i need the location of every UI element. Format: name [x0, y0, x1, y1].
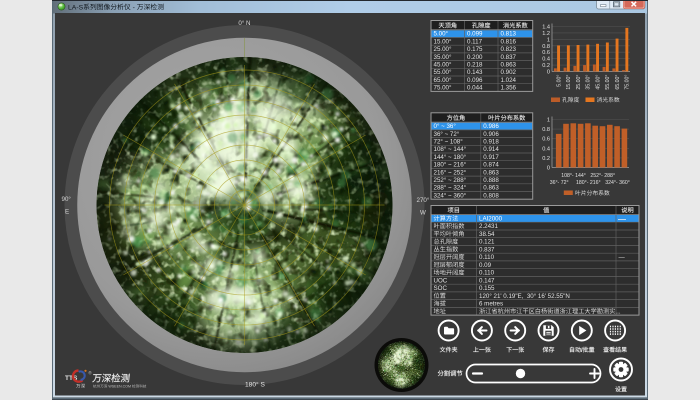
svg-text:0.4: 0.4 [542, 57, 550, 63]
svg-text:-: - [131, 4, 137, 11]
svg-text:LAI2000: LAI2000 [479, 215, 503, 222]
svg-text:0.823: 0.823 [501, 46, 517, 53]
svg-text:0.117: 0.117 [467, 38, 483, 45]
svg-text:0.155: 0.155 [479, 285, 495, 292]
svg-text:65.00°: 65.00° [434, 77, 452, 84]
svg-text:UOC: UOC [434, 277, 448, 284]
svg-text:0.813: 0.813 [501, 31, 517, 38]
svg-text:75.00°: 75.00° [625, 75, 631, 90]
svg-text:W: W [420, 210, 426, 217]
svg-text:252°- 288°: 252°- 288° [590, 173, 615, 179]
svg-text:55.00°: 55.00° [605, 75, 611, 90]
svg-text:LA-S: LA-S [68, 4, 84, 11]
svg-text:1.356: 1.356 [501, 85, 517, 92]
svg-text:6 metres: 6 metres [479, 301, 503, 308]
svg-text:0.143: 0.143 [467, 69, 483, 76]
svg-text:...: ... [615, 308, 620, 315]
svg-text:0.917: 0.917 [483, 154, 499, 161]
svg-text:0.8: 0.8 [542, 127, 550, 133]
svg-text:36° ~ 72°: 36° ~ 72° [434, 131, 460, 138]
svg-text:0.906: 0.906 [483, 131, 499, 138]
svg-text:0.863: 0.863 [483, 185, 499, 192]
svg-text:SOC: SOC [434, 285, 448, 292]
svg-text:324° ~ 360°: 324° ~ 360° [434, 192, 467, 199]
svg-text:324°- 360°: 324°- 360° [605, 180, 630, 186]
svg-text:0.147: 0.147 [479, 277, 495, 284]
svg-text:0.200: 0.200 [467, 54, 483, 61]
svg-text:1: 1 [547, 118, 550, 124]
svg-text:0.096: 0.096 [467, 77, 483, 84]
svg-text:0.121: 0.121 [479, 239, 495, 246]
svg-text:0: 0 [547, 70, 550, 76]
svg-text:45.00°: 45.00° [596, 75, 602, 90]
svg-text:0.6: 0.6 [542, 50, 550, 56]
svg-text:288° ~ 324°: 288° ~ 324° [434, 185, 467, 192]
svg-text:216° ~ 252°: 216° ~ 252° [434, 169, 467, 176]
svg-text:144° ~ 180°: 144° ~ 180° [434, 154, 467, 161]
svg-text:180°- 216°: 180°- 216° [576, 180, 601, 186]
svg-text:108°- 144°: 108°- 144° [561, 173, 586, 179]
svg-text:0.6: 0.6 [542, 137, 550, 143]
svg-text:0.888: 0.888 [483, 177, 499, 184]
svg-text:0.099: 0.099 [467, 31, 483, 38]
svg-text:38.54: 38.54 [479, 231, 495, 238]
svg-text:1.4: 1.4 [542, 25, 550, 31]
svg-text:0.874: 0.874 [483, 162, 499, 169]
svg-text:0.218: 0.218 [467, 62, 483, 69]
svg-text:0° ~ 36°: 0° ~ 36° [434, 123, 457, 130]
svg-text:75.00°: 75.00° [434, 85, 452, 92]
svg-text:0.110: 0.110 [479, 270, 495, 277]
svg-text:0.863: 0.863 [501, 62, 517, 69]
svg-text:72° ~ 108°: 72° ~ 108° [434, 139, 464, 146]
svg-text:0.816: 0.816 [501, 38, 517, 45]
svg-text:270°: 270° [417, 197, 430, 204]
svg-text:5.00°: 5.00° [557, 75, 563, 87]
svg-text:0.2: 0.2 [542, 63, 550, 69]
svg-text:E: E [65, 209, 69, 216]
svg-text:2.2431: 2.2431 [479, 223, 498, 230]
svg-text:1.024: 1.024 [501, 77, 517, 84]
svg-text:65.00°: 65.00° [615, 75, 621, 90]
svg-text:0° N: 0° N [238, 20, 250, 27]
svg-text:120° 21' 0.19"E, 30° 16' 52.5: 120° 21' 0.19"E, 30° 16' 52.55"N [479, 293, 570, 300]
svg-text:55.00°: 55.00° [434, 69, 452, 76]
svg-text:0.837: 0.837 [501, 54, 517, 61]
svg-text:0.175: 0.175 [467, 46, 483, 53]
svg-text:108° ~ 144°: 108° ~ 144° [434, 146, 467, 153]
svg-text:0.808: 0.808 [483, 192, 499, 199]
svg-text:5.00°: 5.00° [434, 31, 449, 38]
svg-text:0: 0 [547, 166, 550, 172]
svg-text:25.00°: 25.00° [576, 75, 582, 90]
svg-text:35.00°: 35.00° [586, 75, 592, 90]
svg-text:0.09: 0.09 [479, 262, 492, 269]
svg-text:36°- 72°: 36°- 72° [550, 180, 569, 186]
svg-text:0.044: 0.044 [467, 85, 483, 92]
svg-text:180° S: 180° S [245, 381, 265, 389]
svg-text:25.00°: 25.00° [434, 46, 452, 53]
svg-text:0.986: 0.986 [483, 123, 499, 130]
svg-text:0.8: 0.8 [542, 44, 550, 50]
svg-text:0.863: 0.863 [483, 169, 499, 176]
svg-text:180° ~ 216°: 180° ~ 216° [434, 162, 467, 169]
svg-text:0.918: 0.918 [483, 139, 499, 146]
svg-text:252° ~ 288°: 252° ~ 288° [434, 177, 467, 184]
svg-text:15.00°: 15.00° [566, 75, 572, 90]
svg-text:35.00°: 35.00° [434, 54, 452, 61]
svg-text:1: 1 [547, 37, 550, 43]
svg-text:45.00°: 45.00° [434, 62, 452, 69]
svg-text:90°: 90° [62, 196, 72, 203]
svg-text:0.914: 0.914 [483, 146, 499, 153]
svg-text:0.4: 0.4 [542, 146, 550, 152]
svg-text:15.00°: 15.00° [434, 38, 452, 45]
svg-text:WSEEN.COM: WSEEN.COM [107, 385, 132, 389]
svg-text:0.2: 0.2 [542, 156, 550, 162]
svg-text:1.2: 1.2 [542, 31, 550, 37]
svg-text:0.837: 0.837 [479, 246, 495, 253]
svg-text:0.110: 0.110 [479, 254, 495, 261]
svg-text:0.902: 0.902 [501, 69, 517, 76]
svg-text:—: — [619, 254, 626, 261]
